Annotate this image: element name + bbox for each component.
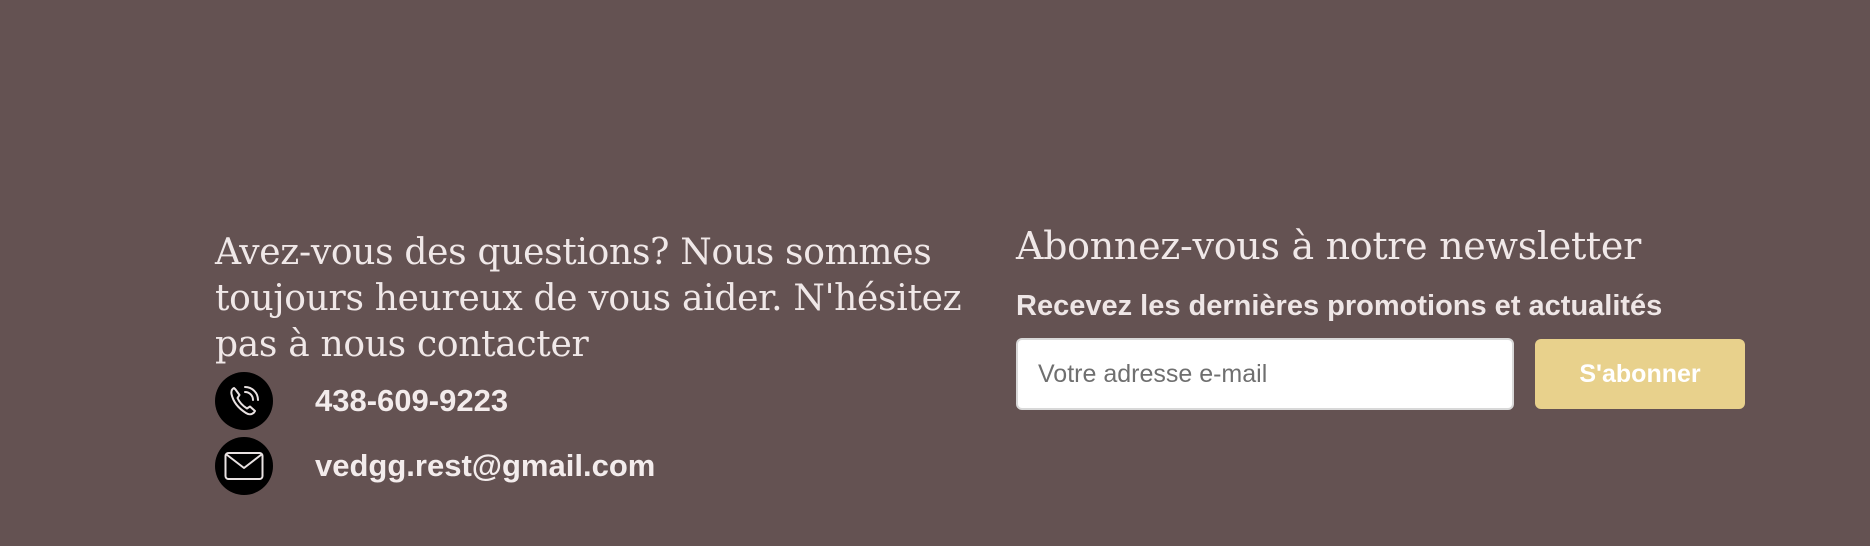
email-address[interactable]: vedgg.rest@gmail.com [315, 448, 655, 484]
newsletter-subtitle: Recevez les dernières promotions et actu… [1016, 290, 1663, 322]
newsletter-title: Abonnez-vous à notre newsletter [1016, 224, 1641, 268]
phone-number[interactable]: 438-609-9223 [315, 383, 508, 419]
newsletter-form: S'abonner [1016, 338, 1776, 410]
phone-row[interactable]: 438-609-9223 [215, 372, 975, 430]
contact-question-text: Avez-vous des questions? Nous sommes tou… [215, 232, 962, 365]
email-row[interactable]: vedgg.rest@gmail.com [215, 437, 975, 495]
phone-icon [215, 372, 273, 430]
newsletter-email-input[interactable] [1016, 338, 1514, 410]
envelope-icon [215, 437, 273, 495]
footer-section: Avez-vous des questions? Nous sommes tou… [0, 0, 1870, 546]
newsletter-block: Abonnez-vous à notre newsletter Recevez … [1016, 222, 1776, 410]
contact-block: Avez-vous des questions? Nous sommes tou… [215, 230, 975, 495]
subscribe-button[interactable]: S'abonner [1535, 339, 1745, 409]
